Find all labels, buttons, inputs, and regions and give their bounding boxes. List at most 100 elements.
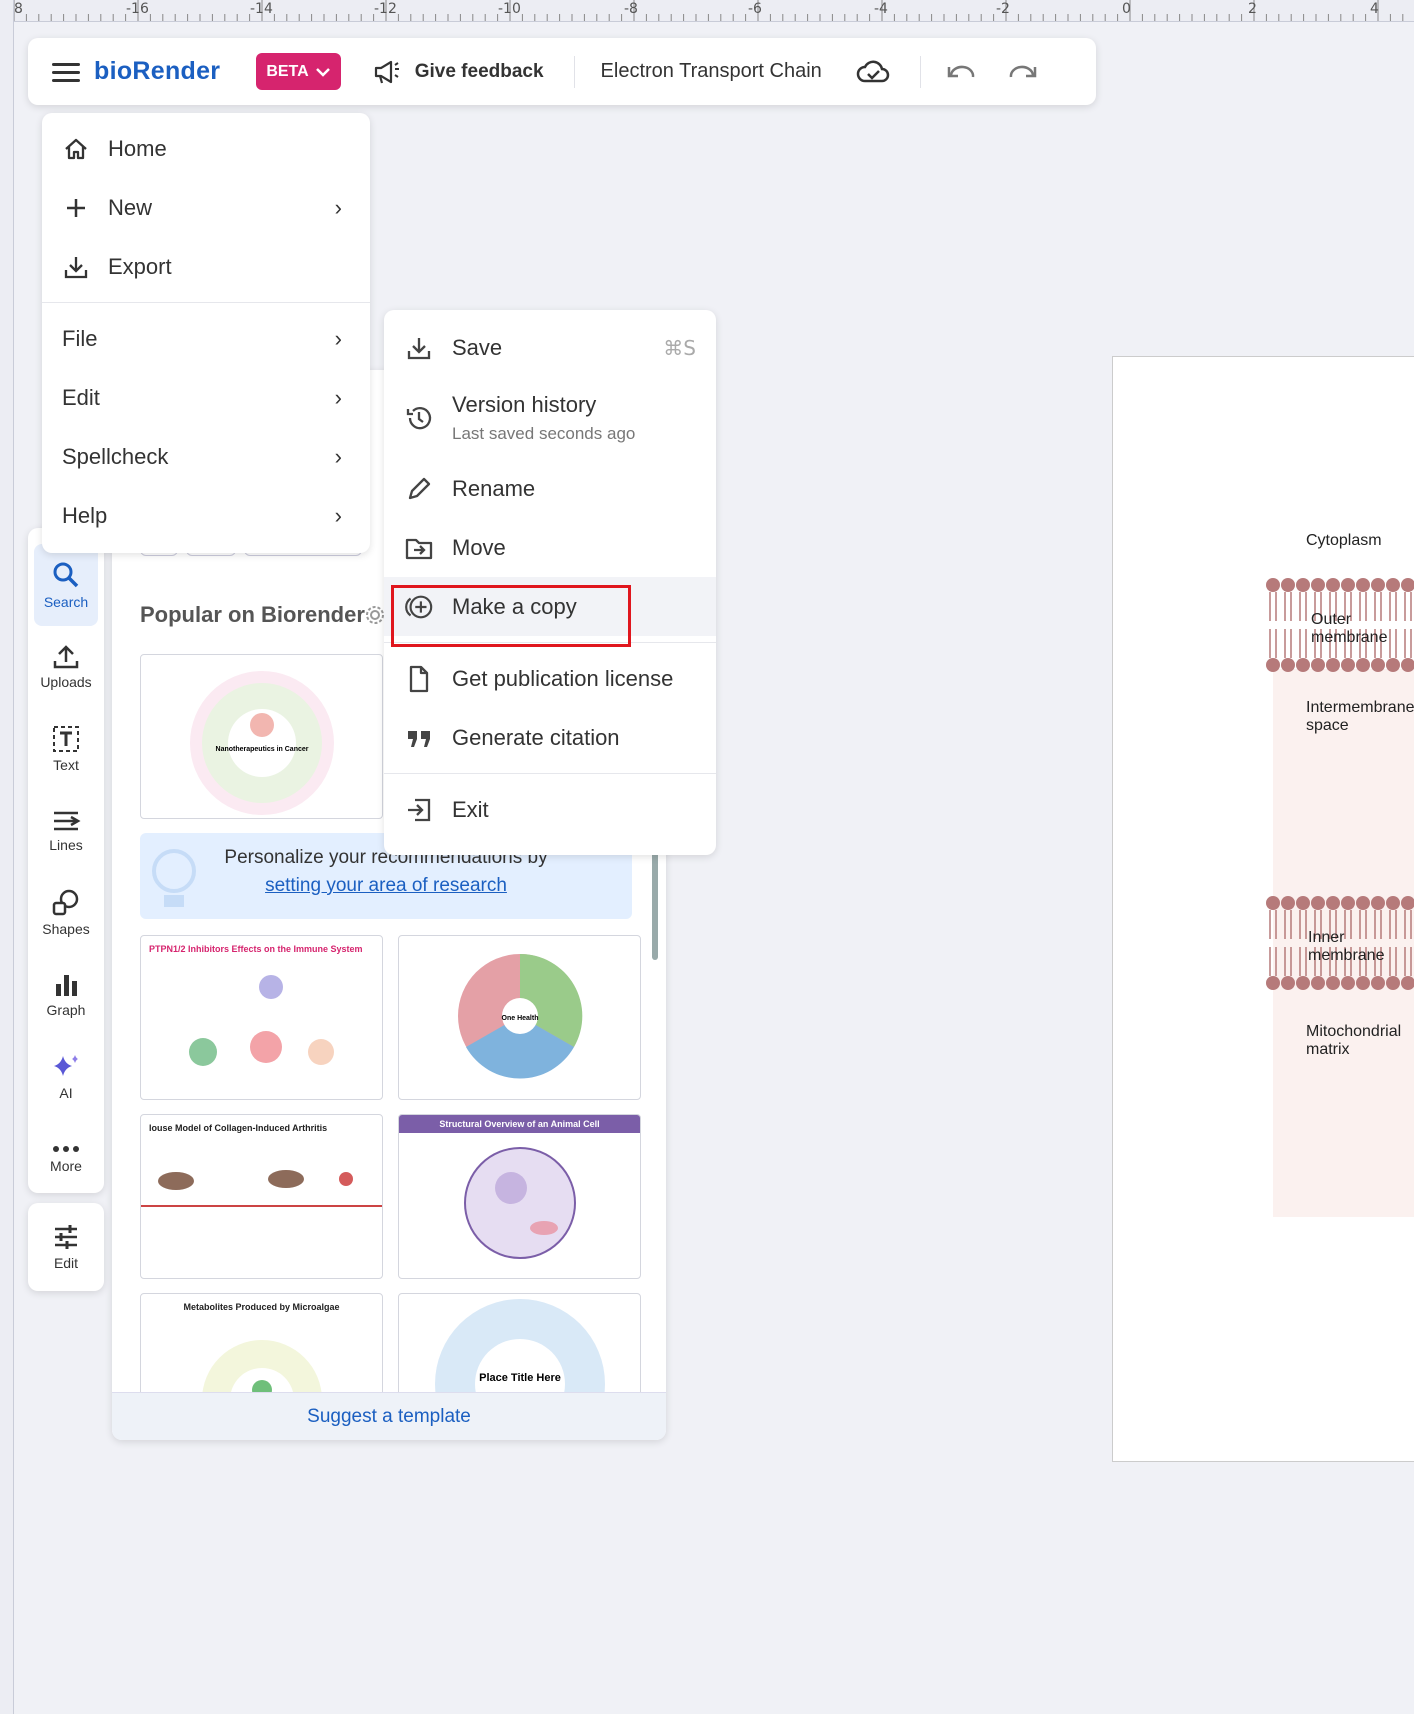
main-menu: Home New › Export File › Edit › Spellche…: [42, 113, 370, 553]
lipid-tail: [1299, 910, 1307, 939]
cloud-check-icon[interactable]: [856, 59, 890, 85]
redo-icon[interactable]: [1007, 63, 1037, 81]
tool-graph[interactable]: Graph: [28, 954, 104, 1036]
menu-item-help[interactable]: Help ›: [42, 486, 370, 545]
lipid-head: [1326, 896, 1340, 910]
menu-item-version-history[interactable]: Version history Last saved seconds ago: [384, 377, 716, 459]
menu-item-label: Rename: [452, 475, 536, 501]
suggest-template-link[interactable]: Suggest a template: [112, 1392, 666, 1440]
lipid-head: [1266, 658, 1280, 672]
lipid-head: [1401, 976, 1414, 990]
menu-item-publication-license[interactable]: Get publication license: [384, 649, 716, 708]
ruler-ticks: [13, 0, 1404, 21]
top-bar: bioRender BETA Give feedback Electron Tr…: [28, 38, 1096, 105]
menu-item-label: Exit: [452, 796, 489, 822]
undo-icon[interactable]: [947, 63, 977, 81]
ruler-label: 2: [1248, 1, 1257, 17]
menu-item-label: Move: [452, 534, 506, 560]
research-area-link[interactable]: setting your area of research: [140, 875, 632, 897]
lipid-tail: [1284, 910, 1292, 939]
ruler-label: -14: [250, 1, 273, 17]
lipid-head: [1311, 658, 1325, 672]
menu-item-label: Export: [108, 253, 172, 279]
lipid-head: [1356, 976, 1370, 990]
side-toolbar: Search Uploads Text Lines Shapes Graph A…: [28, 528, 104, 1193]
menu-item-file[interactable]: File ›: [42, 309, 370, 368]
tool-more[interactable]: More: [28, 1118, 104, 1200]
menu-divider: [384, 642, 716, 643]
template-thumb[interactable]: louse Model of Collagen-Induced Arthriti…: [140, 1114, 383, 1279]
lines-icon: [54, 811, 81, 831]
canvas-page[interactable]: Cytoplasm Outer membrane Intermembrane s…: [1112, 356, 1414, 1462]
document-title[interactable]: Electron Transport Chain: [601, 60, 822, 83]
beta-button[interactable]: BETA: [256, 53, 341, 90]
lipid-tail: [1404, 592, 1412, 621]
lipid-head: [1266, 578, 1280, 592]
menu-item-rename[interactable]: Rename: [384, 459, 716, 518]
tool-ai[interactable]: AI: [28, 1036, 104, 1118]
biorender-logo[interactable]: bioRender: [94, 57, 220, 86]
exit-icon: [404, 795, 434, 825]
menu-item-label: Version history: [452, 392, 597, 417]
thumb-title: Metabolites Produced by Microalgae: [183, 1302, 340, 1312]
lipid-tail: [1389, 947, 1397, 976]
ruler-label: -10: [498, 1, 521, 17]
lipid-tail: [1389, 592, 1397, 621]
menu-item-edit[interactable]: Edit ›: [42, 368, 370, 427]
tool-label: Graph: [46, 1002, 86, 1018]
lipid-tail: [1284, 947, 1292, 976]
chevron-down-icon: [315, 67, 330, 77]
lipid-head: [1326, 976, 1340, 990]
menu-item-export[interactable]: Export: [42, 237, 370, 296]
lipid-tail: [1404, 910, 1412, 939]
panel-scrollbar[interactable]: [652, 850, 658, 960]
tool-edit[interactable]: Edit: [28, 1203, 104, 1291]
menu-item-spellcheck[interactable]: Spellcheck ›: [42, 427, 370, 486]
lipid-tail: [1284, 592, 1292, 621]
tool-label: Uploads: [40, 674, 92, 690]
divider: [573, 55, 575, 88]
hamburger-icon[interactable]: [52, 61, 80, 83]
template-thumb[interactable]: One Health: [398, 935, 641, 1100]
template-thumb[interactable]: Nanotherapeutics in Cancer: [140, 654, 383, 819]
lipid-head: [1296, 578, 1310, 592]
menu-item-new[interactable]: New ›: [42, 178, 370, 237]
menu-item-generate-citation[interactable]: Generate citation: [384, 708, 716, 767]
file-submenu: Save ⌘S Version history Last saved secon…: [384, 310, 716, 855]
tool-label: Lines: [49, 837, 83, 853]
label-outer-membrane-1: Outer: [1311, 611, 1352, 628]
tool-text[interactable]: Text: [28, 708, 104, 790]
lipid-head: [1386, 896, 1400, 910]
menu-item-label: Generate citation: [452, 724, 620, 750]
thumb-title: louse Model of Collagen-Induced Arthriti…: [149, 1123, 328, 1133]
lipid-head: [1296, 976, 1310, 990]
lipid-head: [1326, 578, 1340, 592]
tool-lines[interactable]: Lines: [28, 790, 104, 872]
ruler-label: -12: [374, 1, 397, 17]
tool-label: More: [50, 1158, 82, 1174]
gear-icon[interactable]: [364, 604, 386, 626]
give-feedback-button[interactable]: Give feedback: [373, 59, 544, 85]
template-thumb[interactable]: PTPN1/2 Inhibitors Effects on the Immune…: [140, 935, 383, 1100]
ruler-label: 4: [1370, 1, 1379, 17]
tool-search[interactable]: Search: [34, 544, 98, 626]
template-thumb[interactable]: Structural Overview of an Animal Cell: [398, 1114, 641, 1279]
thumb-title: Nanotherapeutics in Cancer: [216, 746, 309, 753]
megaphone-icon: [374, 60, 399, 83]
tool-uploads[interactable]: Uploads: [28, 626, 104, 708]
menu-item-exit[interactable]: Exit: [384, 780, 716, 839]
lipid-tail: [1299, 947, 1307, 976]
lipid-head: [1341, 658, 1355, 672]
thumb-title: Structural Overview of an Animal Cell: [399, 1115, 640, 1133]
menu-item-move[interactable]: Move: [384, 518, 716, 577]
beta-label: BETA: [266, 62, 309, 80]
menu-item-make-a-copy[interactable]: Make a copy: [384, 577, 716, 636]
lipid-head: [1311, 896, 1325, 910]
menu-item-home[interactable]: Home: [42, 119, 370, 178]
chevron-right-icon: ›: [334, 443, 342, 469]
lipid-tail: [1344, 910, 1352, 939]
search-icon: [53, 562, 79, 588]
menu-item-save[interactable]: Save ⌘S: [384, 318, 716, 377]
tool-shapes[interactable]: Shapes: [28, 872, 104, 954]
plus-icon: [62, 194, 90, 222]
